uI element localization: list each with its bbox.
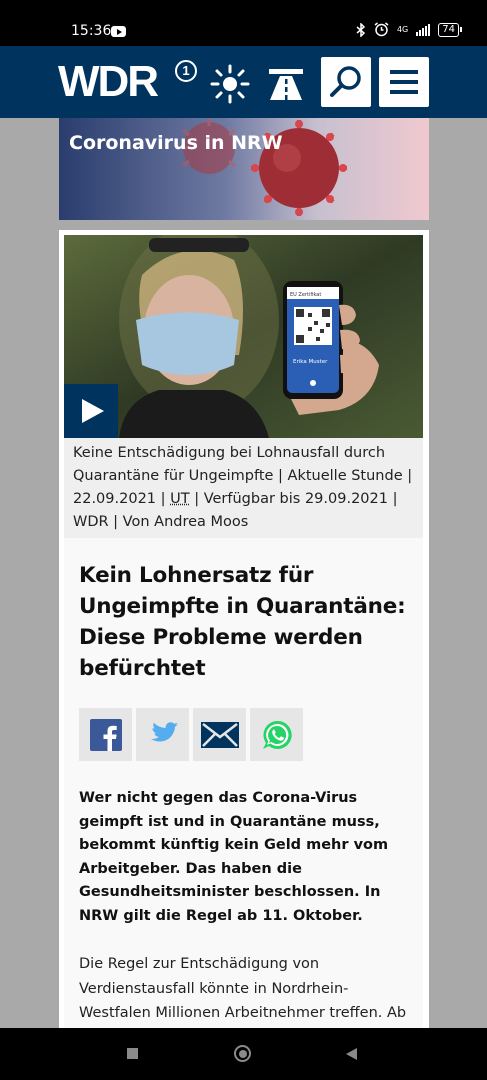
caption-line: 22.09.2021 | bbox=[73, 491, 171, 507]
video-player[interactable]: EU Zertifikat Erika Muster bbox=[64, 235, 423, 438]
share-buttons bbox=[79, 708, 408, 761]
network-type: 4G bbox=[396, 25, 409, 34]
back-button[interactable] bbox=[346, 1048, 357, 1060]
facebook-share-button[interactable] bbox=[79, 708, 132, 761]
phone-name-text: Erika Muster bbox=[293, 359, 328, 365]
battery-level: 74 bbox=[438, 22, 462, 37]
caption-line: | Verfügbar bis 29.09.2021 | bbox=[189, 491, 398, 507]
wdr-logo[interactable]: WDR bbox=[58, 58, 159, 106]
subtitle-abbr: UT bbox=[170, 491, 190, 507]
whatsapp-share-button[interactable] bbox=[250, 708, 303, 761]
whatsapp-icon bbox=[262, 720, 292, 749]
menu-icon bbox=[390, 70, 418, 94]
banner-title: Coronavirus in NRW bbox=[69, 132, 283, 154]
caption-line: Quarantäne für Ungeimpfte | Aktuelle Stu… bbox=[73, 468, 413, 484]
ard-one-logo: 1 bbox=[175, 60, 197, 82]
site-header: WDR 1 bbox=[0, 46, 487, 118]
recent-apps-button[interactable] bbox=[127, 1048, 138, 1059]
video-caption: Keine Entschädigung bei Lohnausfall durc… bbox=[64, 438, 423, 538]
caption-line: WDR | Von Andrea Moos bbox=[73, 514, 249, 530]
article-lead: Wer nicht gegen das Corona-Virus geimpft… bbox=[79, 790, 389, 924]
status-icons: 4G 74 bbox=[356, 22, 462, 37]
traffic-icon[interactable] bbox=[264, 62, 308, 106]
article-body: Kein Lohnersatz für Ungeimpfte in Quaran… bbox=[64, 538, 423, 1046]
status-bar: 15:36 4G 74 bbox=[0, 0, 487, 46]
weather-icon[interactable] bbox=[208, 62, 252, 106]
phone-header-text: EU Zertifikat bbox=[290, 292, 321, 298]
caption-line: Keine Entschädigung bei Lohnausfall durc… bbox=[73, 445, 386, 461]
search-icon bbox=[330, 66, 361, 97]
bluetooth-icon bbox=[356, 22, 366, 37]
signal-icon bbox=[416, 23, 431, 36]
home-button[interactable] bbox=[234, 1045, 251, 1062]
email-icon bbox=[200, 721, 239, 748]
facebook-icon bbox=[89, 718, 122, 751]
status-time: 15:36 bbox=[71, 23, 112, 39]
article-card: EU Zertifikat Erika Muster Keine Entschä… bbox=[59, 230, 429, 1046]
topic-banner[interactable]: Coronavirus in NRW bbox=[59, 118, 429, 220]
twitter-icon bbox=[150, 721, 178, 741]
twitter-share-button[interactable] bbox=[136, 708, 189, 761]
alarm-icon bbox=[374, 22, 389, 37]
email-share-button[interactable] bbox=[193, 708, 246, 761]
system-navigation-bar bbox=[0, 1028, 487, 1080]
search-button[interactable] bbox=[321, 57, 371, 107]
article-headline: Kein Lohnersatz für Ungeimpfte in Quaran… bbox=[79, 563, 406, 681]
play-button[interactable] bbox=[64, 384, 118, 438]
menu-button[interactable] bbox=[379, 57, 429, 107]
youtube-notification-icon bbox=[111, 26, 126, 37]
